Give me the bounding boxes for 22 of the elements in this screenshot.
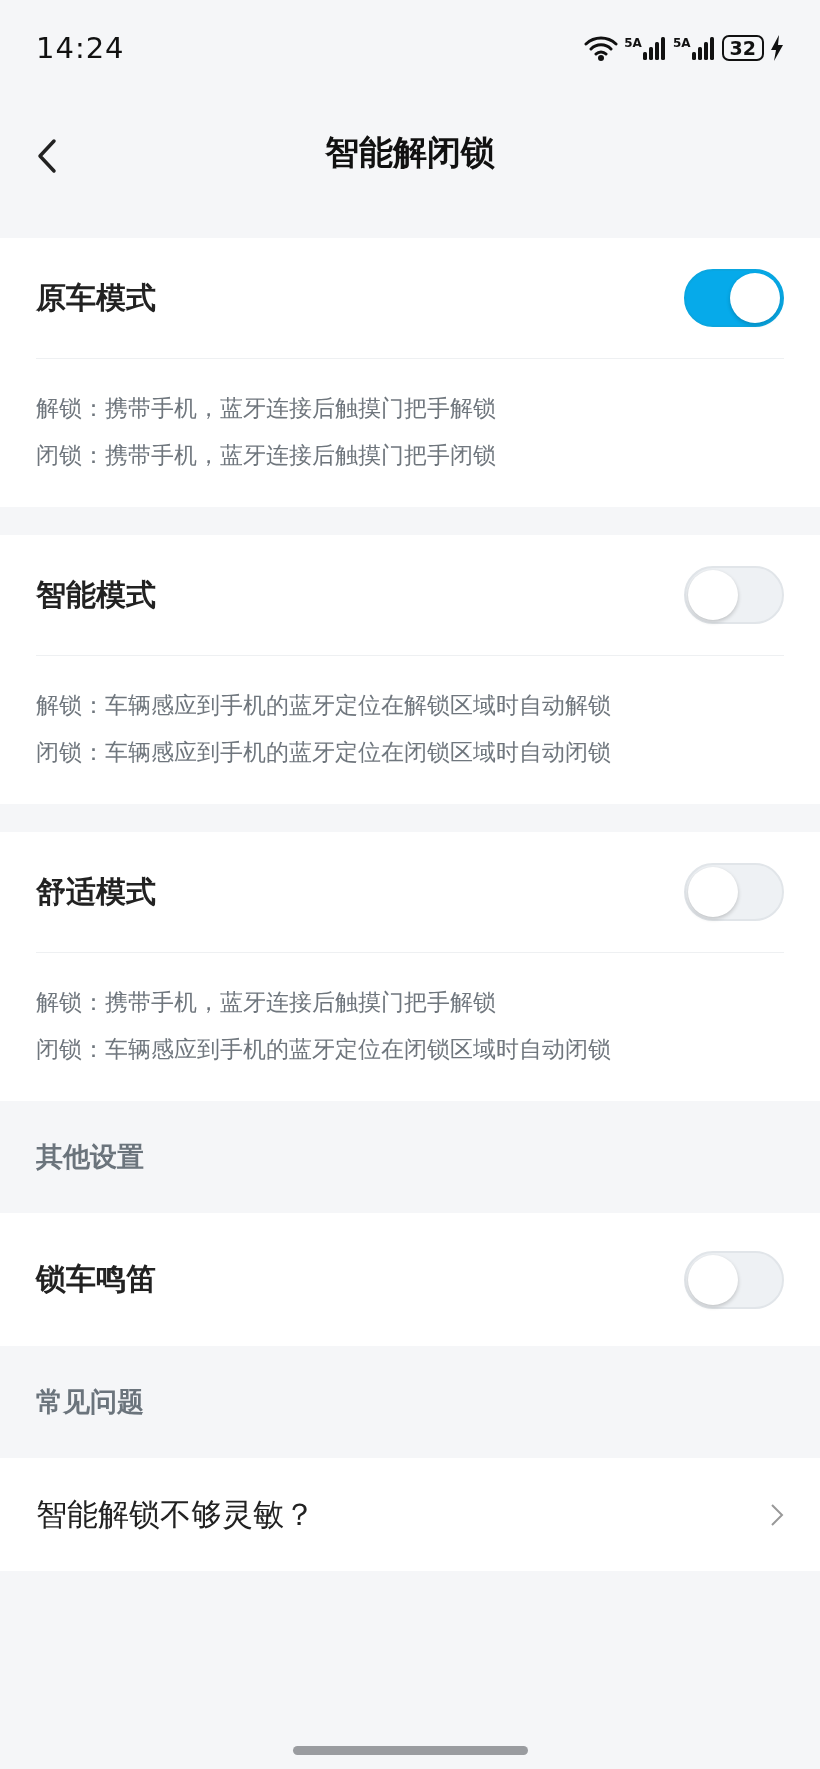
mode-title: 舒适模式 — [36, 872, 156, 911]
status-time: 14:24 — [36, 31, 125, 65]
battery-level: 32 — [721, 35, 764, 61]
network-label: 5A — [672, 36, 691, 50]
wifi-icon — [584, 35, 619, 61]
page-title: 智能解闭锁 — [325, 131, 495, 174]
chevron-right-icon — [770, 1502, 784, 1527]
signal-icon — [642, 36, 667, 60]
signal-icon — [691, 36, 716, 60]
setting-label: 锁车鸣笛 — [36, 1260, 156, 1298]
section-heading: 其他设置 — [36, 1140, 144, 1174]
mode-description: 解锁：携带手机，蓝牙连接后触摸门把手解锁 — [36, 988, 497, 1017]
mode-description: 解锁：携带手机，蓝牙连接后触摸门把手解锁 — [36, 394, 497, 423]
network-label: 5A — [624, 36, 642, 50]
mode-description: 闭锁：车辆感应到手机的蓝牙定位在闭锁区域时自动闭锁 — [36, 738, 612, 767]
section-heading: 常见问题 — [36, 1385, 144, 1419]
mode-description: 闭锁：车辆感应到手机的蓝牙定位在闭锁区域时自动闭锁 — [36, 1035, 612, 1064]
mode-description: 闭锁：携带手机，蓝牙连接后触摸门把手闭锁 — [36, 441, 497, 470]
toggle-switch[interactable] — [684, 269, 784, 327]
mode-title: 原车模式 — [36, 278, 156, 317]
mode-description: 解锁：车辆感应到手机的蓝牙定位在解锁区域时自动解锁 — [36, 691, 612, 720]
mode-title: 智能模式 — [36, 575, 156, 614]
